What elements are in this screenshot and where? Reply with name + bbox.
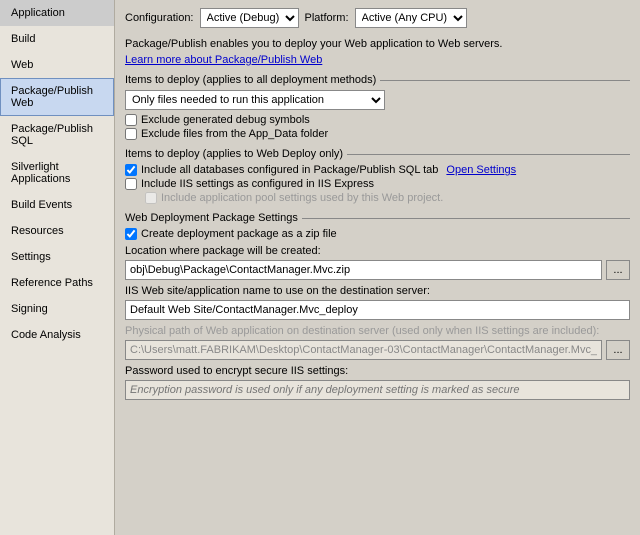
physical-row: ... — [125, 340, 630, 360]
exclude-debug-checkbox[interactable] — [125, 114, 137, 126]
section-package-settings: Web Deployment Package Settings — [125, 212, 630, 224]
password-label: Password used to encrypt secure IIS sett… — [125, 365, 630, 377]
sidebar-item-signing[interactable]: Signing — [0, 296, 114, 322]
include-pool-checkbox[interactable] — [145, 192, 157, 204]
section-web-deploy: Items to deploy (applies to Web Deploy o… — [125, 148, 630, 160]
exclude-appdata-label: Exclude files from the App_Data folder — [141, 128, 328, 140]
sidebar-item-settings[interactable]: Settings — [0, 244, 114, 270]
sidebar-item-build-events[interactable]: Build Events — [0, 192, 114, 218]
exclude-debug-label: Exclude generated debug symbols — [141, 114, 310, 126]
sidebar-item-web[interactable]: Web — [0, 52, 114, 78]
sidebar-item-resources[interactable]: Resources — [0, 218, 114, 244]
include-iis-checkbox[interactable] — [125, 178, 137, 190]
info-link[interactable]: Learn more about Package/Publish Web — [125, 54, 630, 66]
section-all-deploy: Items to deploy (applies to all deployme… — [125, 74, 630, 86]
deploy-dropdown-row: Only files needed to run this applicatio… — [125, 90, 630, 110]
physical-browse-btn[interactable]: ... — [606, 340, 630, 360]
sidebar-item-build[interactable]: Build — [0, 26, 114, 52]
include-db-checkbox[interactable] — [125, 164, 137, 176]
zip-checkbox[interactable] — [125, 228, 137, 240]
checkbox-exclude-appdata: Exclude files from the App_Data folder — [125, 128, 630, 140]
top-bar: Configuration: Active (Debug) Platform: … — [125, 8, 630, 28]
platform-select[interactable]: Active (Any CPU) — [355, 8, 467, 28]
checkbox-include-pool: Include application pool settings used b… — [145, 192, 630, 204]
iis-label: IIS Web site/application name to use on … — [125, 285, 630, 297]
info-text: Package/Publish enables you to deploy yo… — [125, 38, 630, 50]
location-browse-btn[interactable]: ... — [606, 260, 630, 280]
sidebar-item-silverlight[interactable]: Silverlight Applications — [0, 154, 114, 192]
iis-row — [125, 300, 630, 320]
password-row — [125, 380, 630, 400]
sidebar-item-package-publish-sql[interactable]: Package/Publish SQL — [0, 116, 114, 154]
include-iis-label: Include IIS settings as configured in II… — [141, 178, 374, 190]
password-input[interactable] — [125, 380, 630, 400]
checkbox-zip: Create deployment package as a zip file — [125, 228, 630, 240]
sidebar-item-application[interactable]: Application — [0, 0, 114, 26]
location-input[interactable] — [125, 260, 602, 280]
exclude-appdata-checkbox[interactable] — [125, 128, 137, 140]
include-pool-label: Include application pool settings used b… — [161, 192, 443, 204]
main-content: Configuration: Active (Debug) Platform: … — [115, 0, 640, 535]
sidebar-item-code-analysis[interactable]: Code Analysis — [0, 322, 114, 348]
sidebar: Application Build Web Package/Publish We… — [0, 0, 115, 535]
config-select[interactable]: Active (Debug) — [200, 8, 299, 28]
sidebar-item-reference-paths[interactable]: Reference Paths — [0, 270, 114, 296]
physical-input[interactable] — [125, 340, 602, 360]
sidebar-item-package-publish-web[interactable]: Package/Publish Web — [0, 78, 114, 116]
location-row: ... — [125, 260, 630, 280]
open-settings-link[interactable]: Open Settings — [446, 164, 516, 176]
location-label: Location where package will be created: — [125, 245, 630, 257]
include-db-label: Include all databases configured in Pack… — [141, 164, 438, 176]
zip-label: Create deployment package as a zip file — [141, 228, 337, 240]
config-label: Configuration: — [125, 12, 194, 24]
platform-label: Platform: — [305, 12, 349, 24]
physical-label: Physical path of Web application on dest… — [125, 325, 630, 337]
deploy-dropdown[interactable]: Only files needed to run this applicatio… — [125, 90, 385, 110]
iis-input[interactable] — [125, 300, 630, 320]
checkbox-exclude-debug: Exclude generated debug symbols — [125, 114, 630, 126]
checkbox-include-db: Include all databases configured in Pack… — [125, 164, 630, 176]
checkbox-include-iis: Include IIS settings as configured in II… — [125, 178, 630, 190]
